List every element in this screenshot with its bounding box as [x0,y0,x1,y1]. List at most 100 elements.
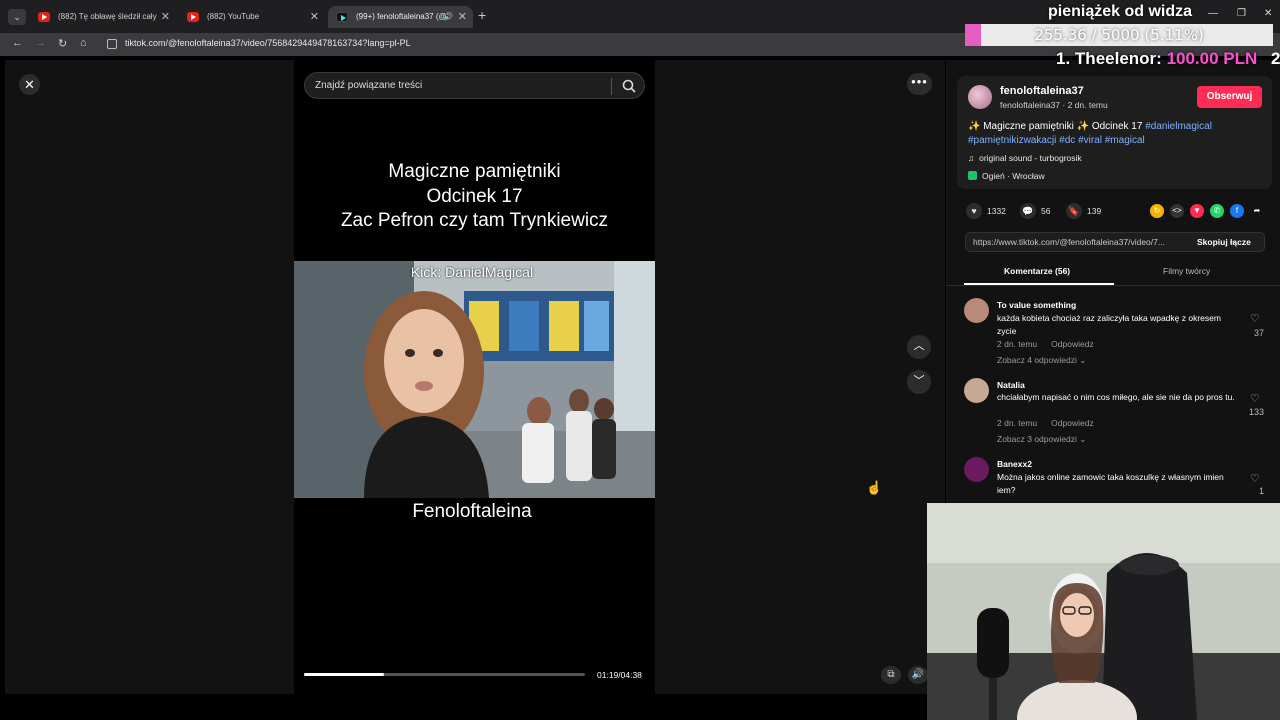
close-icon[interactable]: ✕ [19,74,40,95]
url-field[interactable]: tiktok.com/@fenoloftaleina37/video/75684… [125,38,411,48]
close-window-icon[interactable]: ✕ [1264,8,1272,19]
back-icon[interactable]: ← [12,37,23,49]
author-avatar[interactable] [968,85,992,109]
comment-like-icon[interactable]: ♡ [1250,312,1260,325]
music-row[interactable]: ♫ original sound - turbogrosik [968,153,1082,163]
facebook-icon[interactable]: f [1230,204,1244,218]
comment-icon[interactable]: 💬 [1020,203,1036,219]
comment-text: chciałabym napisać o nim cos miłego, ale… [997,392,1235,402]
reply-link[interactable]: Odpowiedz [1051,339,1094,349]
comment-like-icon[interactable]: ♡ [1250,392,1260,405]
commenter-avatar[interactable] [964,378,989,403]
video-scene-illustration [294,261,655,498]
search-input[interactable]: Znajdź powiązane treści [315,80,422,91]
repost-icon[interactable]: ↻ [1150,204,1164,218]
reply-link[interactable]: Odpowiedz [1051,418,1094,428]
speaker-icon[interactable]: 🔊 [443,6,453,28]
picture-in-picture-icon[interactable]: ⧉ [881,666,901,684]
comment-like-count: 1 [1258,486,1264,496]
chevron-down-icon: ⌄ [1079,355,1087,365]
home-icon[interactable]: ⌂ [80,37,87,49]
webcam-illustration [927,503,1280,720]
bookmark-icon[interactable]: 🔖 [1066,203,1082,219]
previous-video-icon[interactable]: ︿ [907,335,931,359]
reload-icon[interactable]: ↻ [58,37,67,50]
search-icon[interactable] [621,78,637,94]
hashtag-link[interactable]: #danielmagical [1145,121,1212,132]
donation-goal-bar: 255.36 / 5000 (5.11%) [965,24,1273,46]
follow-button[interactable]: Obserwuj [1197,86,1262,108]
top-donor-amount: 100.00 PLN [1166,49,1258,68]
post-description: ✨ Magiczne pamiętniki ✨ Odcinek 17 #dani… [968,120,1258,147]
commenter-name[interactable]: Banexx2 [997,459,1032,469]
title-line: Odcinek 17 [426,185,523,207]
new-tab-icon[interactable]: + [478,7,486,23]
share-arrow-icon[interactable]: ➦ [1250,204,1264,218]
view-replies-label[interactable]: Zobacz 3 odpowiedzi [997,434,1077,444]
hashtag-link[interactable]: #magical [1105,135,1145,146]
like-count: 1332 [987,206,1006,216]
comment-text: Można jakos online zamowic taka koszulkę… [997,472,1224,495]
view-replies-link[interactable]: Zobacz 4 odpowiedzi ⌄ [997,355,1086,366]
close-tab-icon[interactable]: ✕ [458,6,467,28]
video-progress-fill [304,673,384,676]
comment-count: 56 [1041,206,1051,216]
donation-goal-text: 255.36 / 5000 (5.11%) [1034,26,1204,44]
divider [611,78,612,95]
comment-time: 2 dn. temu [997,339,1038,349]
browser-tab[interactable]: (882) YouTube ✕ [179,6,325,28]
top-donor-banner: 1. Theelenor: 100.00 PLN [1056,49,1257,69]
video-progress-bar[interactable] [304,673,585,676]
commenter-name[interactable]: Natalia [997,380,1025,390]
comment-like-count: 133 [1248,407,1264,417]
youtube-icon [187,12,199,22]
more-options-icon[interactable]: ••• [907,73,932,95]
search-bar[interactable]: Znajdź powiązane treści [304,72,645,99]
video-caption-bottom: Fenoloftaleina [412,501,532,522]
title-line: Magiczne pamiętniki [388,161,561,182]
close-tab-icon[interactable]: ✕ [310,6,319,28]
tab-search-dropdown-icon[interactable]: ⌄ [8,9,26,25]
comment-time: 2 dn. temu [997,418,1038,428]
close-tab-icon[interactable]: ✕ [161,6,170,28]
tab-comments[interactable]: Komentarze (56) [1004,266,1070,276]
commenter-name[interactable]: To value something [997,300,1076,310]
hashtag-link[interactable]: #dc [1059,135,1075,146]
save-count: 139 [1087,206,1102,216]
send-icon[interactable]: ▼ [1190,204,1204,218]
author-name[interactable]: fenoloftaleina37 [1000,85,1084,97]
comment-like-icon[interactable]: ♡ [1250,472,1260,485]
comment-meta: 2 dn. temu Odpowiedz [997,418,1108,428]
commenter-avatar[interactable] [964,298,989,323]
location-row[interactable]: Ogień · Wrocław [968,171,1045,181]
save-stat[interactable]: 🔖 139 [1066,203,1101,219]
tab-creator-videos[interactable]: Filmy twórcy [1163,266,1210,276]
embed-icon[interactable]: <> [1170,204,1184,218]
browser-tab-active[interactable]: (99+) fenoloftaleina37 (@fen 🔊 ✕ [328,6,473,28]
video-time: 01:19/04:38 [597,670,642,680]
volume-icon[interactable]: 🔊 [908,666,928,684]
site-info-icon[interactable] [107,39,117,49]
commenter-avatar[interactable] [964,457,989,482]
video-frame [294,261,655,498]
browser-tab[interactable]: (882) Tę obławę śledził cały świa ✕ [30,6,176,28]
copy-link-button[interactable]: Skopiuj łącze [1197,237,1251,247]
music-title[interactable]: original sound - turbogrosik [979,153,1082,163]
whatsapp-icon[interactable]: ✆ [1210,204,1224,218]
view-replies-label[interactable]: Zobacz 4 odpowiedzi [997,355,1077,365]
like-stat[interactable]: ♥ 1332 [966,203,1006,219]
hashtag-link[interactable]: #viral [1078,135,1102,146]
heart-icon[interactable]: ♥ [966,203,982,219]
mouse-cursor-icon: ☝ [866,480,883,495]
location-name[interactable]: Ogień · Wrocław [982,171,1045,181]
hashtag-link[interactable]: #pamiętnikizwakacji [968,135,1056,146]
view-replies-link[interactable]: Zobacz 3 odpowiedzi ⌄ [997,434,1086,445]
comment-text: każda kobieta chociaż raz zaliczyła taka… [997,313,1221,336]
share-link-field[interactable]: https://www.tiktok.com/@fenoloftaleina37… [973,237,1188,247]
tab-title: (882) Tę obławę śledził cały świa [58,12,158,21]
forward-icon[interactable]: → [35,37,46,49]
comment-like-count: 37 [1253,328,1264,338]
next-video-icon[interactable]: ﹀ [907,370,931,394]
comment-stat[interactable]: 💬 56 [1020,203,1050,219]
tab-title: (99+) fenoloftaleina37 (@fen [356,12,448,21]
